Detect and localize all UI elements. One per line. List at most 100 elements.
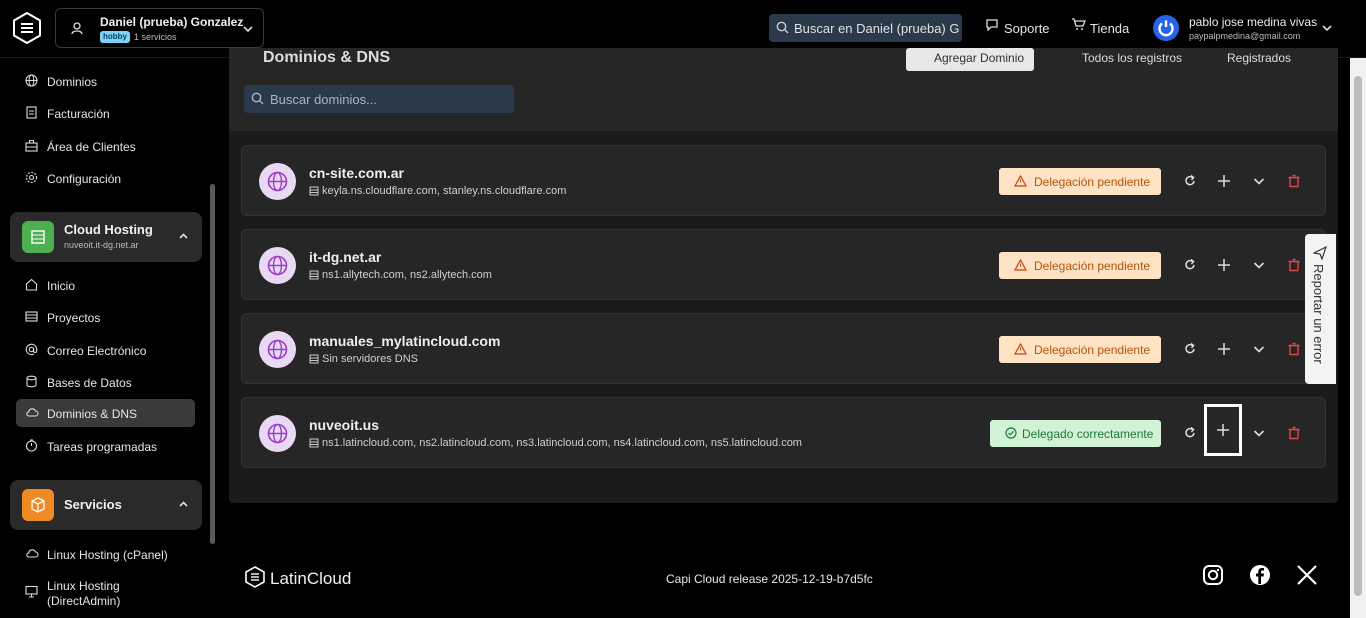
domain-name[interactable]: cn-site.com.ar (309, 165, 404, 181)
warning-icon (1014, 343, 1027, 355)
sidebar-item-facturacion[interactable]: Facturación (16, 99, 195, 127)
domain-card: it-dg.net.ar ns1.allytech.com, ns2.allyt… (241, 229, 1326, 300)
sidebar-item-configuracion[interactable]: Configuración (16, 164, 195, 192)
check-circle-icon (1005, 427, 1017, 439)
sidebar-item-label: Bases de Datos (47, 376, 132, 390)
status-text: Delegación pendiente (1034, 175, 1151, 189)
domain-avatar (259, 331, 296, 368)
delete-button[interactable] (1284, 423, 1304, 443)
footer-brand: LatinCloud (270, 569, 352, 588)
registered-button[interactable]: Registrados (1211, 51, 1291, 65)
refresh-button[interactable] (1180, 255, 1200, 275)
sidebar-item-tareas[interactable]: Tareas programadas (16, 432, 195, 460)
sidebar-item-linux-directadmin[interactable]: Linux Hosting (DirectAdmin) (16, 572, 195, 610)
account-selector[interactable]: Daniel (prueba) Gonzalez hobby 1 servici… (55, 8, 264, 48)
plus-icon (1218, 259, 1230, 271)
sidebar-item-label: Dominios & DNS (47, 407, 138, 421)
globe-icon (25, 74, 38, 87)
delete-button[interactable] (1284, 171, 1304, 191)
sidebar-item-linux-cpanel[interactable]: Linux Hosting (cPanel) (16, 540, 195, 568)
warning-icon (1014, 259, 1027, 271)
sidebar-item-proyectos[interactable]: Proyectos (16, 303, 195, 331)
refresh-icon (1185, 174, 1195, 186)
sidebar-scrollbar[interactable] (210, 184, 215, 544)
page-scrollbar[interactable] (1350, 58, 1366, 618)
sidebar-item-correo[interactable]: Correo Electrónico (16, 336, 195, 364)
chevron-down-icon (1253, 262, 1265, 269)
cart-icon (1072, 18, 1086, 30)
all-records-button[interactable]: Todos los registros (1066, 51, 1182, 65)
registered-label: Registrados (1227, 51, 1292, 65)
expand-button[interactable] (1249, 255, 1269, 275)
domain-card: cn-site.com.ar keyla.ns.cloudflare.com, … (241, 145, 1326, 216)
add-record-button[interactable] (1214, 171, 1234, 191)
briefcase-icon (25, 140, 38, 152)
gear-icon (25, 171, 38, 184)
servicios-title: Servicios (64, 497, 122, 512)
sidebar-item-label: Inicio (47, 279, 76, 293)
cloud-hosting-title: Cloud Hosting (64, 222, 153, 237)
server-icon (309, 354, 319, 364)
monitor-icon (25, 585, 38, 598)
domain-avatar (259, 163, 296, 200)
refresh-icon (1185, 426, 1195, 438)
domain-name[interactable]: it-dg.net.ar (309, 249, 381, 265)
refresh-icon (1185, 342, 1195, 354)
status-badge: Delegado correctamente (990, 420, 1161, 447)
add-record-button[interactable] (1214, 255, 1234, 275)
sidebar-item-label: Linux Hosting (47, 579, 120, 593)
refresh-button[interactable] (1180, 171, 1200, 191)
scrollbar-thumb[interactable] (1354, 76, 1362, 596)
add-domain-button[interactable]: Agregar Dominio (906, 48, 1034, 71)
sidebar-item-area-clientes[interactable]: Área de Clientes (16, 132, 195, 160)
cloud-hosting-subtitle: nuveoit.it-dg.net.ar (64, 240, 139, 250)
sidebar-item-dominios[interactable]: Dominios (16, 67, 195, 95)
timer-icon (25, 439, 38, 452)
sidebar-item-label: Configuración (47, 172, 122, 186)
domain-search-input[interactable]: Buscar dominios... (244, 85, 514, 113)
user-menu[interactable]: pablo jose medina vivas paypalpmedina@gm… (1153, 14, 1353, 44)
search-icon (251, 92, 264, 105)
sidebar-item-dominios-dns[interactable]: Dominios & DNS (16, 399, 195, 427)
store-label: Tienda (1090, 21, 1130, 36)
chevron-down-icon (1253, 178, 1265, 185)
power-icon (1158, 20, 1174, 37)
refresh-icon (1185, 258, 1195, 270)
expand-button[interactable] (1249, 423, 1269, 443)
status-badge: Delegación pendiente (999, 168, 1161, 195)
report-error-button[interactable]: Reportar un error (1305, 234, 1336, 384)
store-link[interactable]: Tienda (1071, 18, 1141, 37)
add-record-button[interactable] (1204, 404, 1242, 456)
footer-logo[interactable]: LatinCloud (245, 566, 355, 590)
domain-name[interactable]: nuveoit.us (309, 417, 379, 433)
servicios-group[interactable]: Servicios (10, 480, 202, 530)
refresh-button[interactable] (1180, 423, 1200, 443)
sidebar-item-bases-datos[interactable]: Bases de Datos (16, 368, 195, 396)
delete-button[interactable] (1284, 339, 1304, 359)
trash-icon (1288, 258, 1300, 272)
add-record-button[interactable] (1214, 339, 1234, 359)
domain-avatar (259, 247, 296, 284)
users-icon (71, 22, 83, 35)
latincloud-logo-icon[interactable] (12, 12, 42, 44)
sidebar-item-label: Facturación (47, 107, 110, 121)
services-count: 1 servicios (134, 32, 177, 42)
sidebar-item-inicio[interactable]: Inicio (16, 271, 195, 299)
instagram-icon[interactable] (1202, 564, 1224, 586)
expand-button[interactable] (1249, 171, 1269, 191)
refresh-button[interactable] (1180, 339, 1200, 359)
facebook-icon[interactable] (1249, 564, 1271, 586)
support-label: Soporte (1004, 21, 1050, 36)
domain-name[interactable]: manuales_mylatincloud.com (309, 333, 500, 349)
box-icon (31, 497, 45, 513)
delete-button[interactable] (1284, 255, 1304, 275)
global-search-input[interactable]: Buscar en Daniel (prueba) G (769, 14, 962, 42)
trash-icon (1288, 426, 1300, 440)
status-text: Delegación pendiente (1034, 259, 1151, 273)
cloud-icon (26, 408, 39, 417)
expand-button[interactable] (1249, 339, 1269, 359)
support-link[interactable]: Soporte (985, 19, 1065, 37)
servicios-icon (22, 489, 54, 521)
cloud-hosting-group[interactable]: Cloud Hosting nuveoit.it-dg.net.ar (10, 212, 202, 262)
x-twitter-icon[interactable] (1296, 564, 1318, 586)
